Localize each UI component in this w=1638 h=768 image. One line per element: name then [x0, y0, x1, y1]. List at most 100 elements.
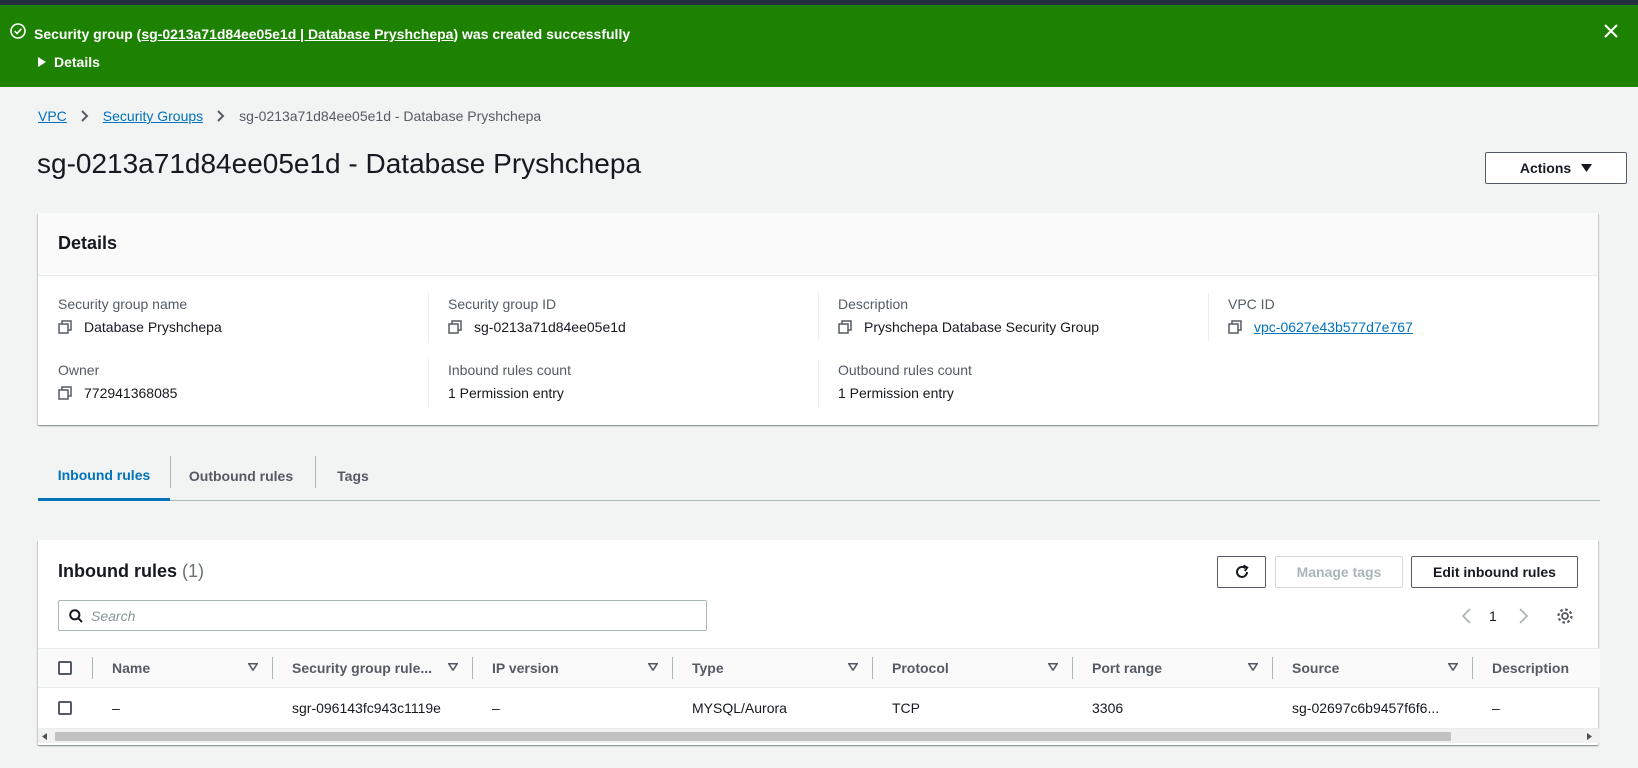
column-divider: [872, 657, 873, 679]
copy-icon[interactable]: [838, 320, 852, 334]
column-label: Source: [1292, 660, 1340, 676]
breadcrumb: VPC Security Groups sg-0213a71d84ee05e1d…: [38, 108, 541, 124]
column-divider: [818, 293, 819, 341]
caret-right-icon: [38, 57, 46, 67]
details-title: Details: [58, 233, 118, 253]
search-input[interactable]: [91, 601, 706, 630]
details-card-header: Details: [38, 213, 1598, 276]
scroll-left-arrow-icon[interactable]: [42, 733, 47, 740]
column-label: Description: [1492, 660, 1570, 676]
manage-tags-button[interactable]: Manage tags: [1275, 556, 1403, 588]
field-label: Security group name: [58, 296, 188, 312]
copy-icon[interactable]: [448, 320, 462, 334]
inbound-rules-heading: Inbound rules (1): [58, 561, 204, 582]
column-header-source[interactable]: Source: [1292, 649, 1462, 687]
select-all-checkbox[interactable]: [58, 649, 72, 687]
search-icon: [69, 608, 83, 623]
chevron-right-icon[interactable]: [1519, 608, 1528, 624]
column-label: Type: [692, 660, 724, 676]
search-field: [58, 600, 707, 631]
caret-down-icon: [1581, 164, 1593, 172]
edit-inbound-rules-button[interactable]: Edit inbound rules: [1411, 556, 1578, 588]
horizontal-scrollbar[interactable]: [38, 728, 1600, 743]
details-card: Details Security group name Database Pry…: [38, 213, 1598, 425]
actions-button[interactable]: Actions: [1485, 152, 1627, 184]
breadcrumb-current: sg-0213a71d84ee05e1d - Database Pryshche…: [239, 108, 542, 124]
column-divider: [818, 359, 819, 407]
cell-name: –: [112, 700, 120, 716]
flash-message-suffix: ) was created successfully: [453, 26, 631, 42]
chevron-left-icon[interactable]: [1462, 608, 1471, 624]
field-label: Owner: [58, 362, 100, 378]
refresh-button[interactable]: [1217, 556, 1266, 588]
scroll-right-arrow-icon[interactable]: [1587, 733, 1592, 740]
field-label: Inbound rules count: [448, 362, 571, 378]
chevron-right-icon: [81, 110, 89, 122]
column-divider: [472, 657, 473, 679]
actions-label: Actions: [1519, 160, 1572, 176]
column-label: Port range: [1092, 660, 1163, 676]
field-value: Database Pryshchepa: [84, 319, 222, 335]
breadcrumb-vpc[interactable]: VPC: [38, 108, 67, 124]
column-header-port-range[interactable]: Port range: [1092, 649, 1262, 687]
column-header-security-group-rule[interactable]: Security group rule...: [292, 649, 462, 687]
flash-security-group-link[interactable]: sg-0213a71d84ee05e1d | Database Pryshche…: [141, 26, 453, 42]
column-divider: [1272, 657, 1273, 679]
cell-port-range: 3306: [1092, 700, 1124, 716]
column-header-type[interactable]: Type: [692, 649, 862, 687]
vpc-id-link[interactable]: vpc-0627e43b577d7e767: [1254, 319, 1413, 335]
sort-caret-down-icon: [448, 663, 458, 671]
breadcrumb-security-groups[interactable]: Security Groups: [103, 108, 203, 124]
chevron-right-icon: [217, 110, 225, 122]
column-divider: [1472, 657, 1473, 679]
page-number[interactable]: 1: [1489, 608, 1497, 624]
copy-icon[interactable]: [58, 386, 72, 400]
close-icon[interactable]: [1604, 24, 1618, 38]
tab-tags[interactable]: Tags: [316, 452, 390, 500]
column-header-protocol[interactable]: Protocol: [892, 649, 1062, 687]
table-row[interactable]: – sgr-096143fc943c1119e – MYSQL/Aurora T…: [38, 688, 1600, 728]
sort-caret-down-icon: [1248, 663, 1258, 671]
field-vpc-id: VPC ID vpc-0627e43b577d7e767: [1228, 296, 1578, 335]
sort-caret-down-icon: [1048, 663, 1058, 671]
column-divider: [92, 657, 93, 679]
field-label: Outbound rules count: [838, 362, 972, 378]
column-divider: [272, 657, 273, 679]
flash-message: Security group (sg-0213a71d84ee05e1d | D…: [34, 26, 630, 42]
cell-ip-version: –: [492, 700, 500, 716]
field-value: sg-0213a71d84ee05e1d: [474, 319, 626, 335]
settings-gear-icon[interactable]: [1556, 607, 1574, 625]
sort-caret-down-icon: [848, 663, 858, 671]
column-label: Name: [112, 660, 151, 676]
scrollbar-thumb[interactable]: [55, 732, 1451, 741]
sort-caret-down-icon: [248, 663, 258, 671]
column-label: Protocol: [892, 660, 949, 676]
success-flashbar: Security group (sg-0213a71d84ee05e1d | D…: [0, 5, 1638, 87]
table-header: Name Security group rule... IP version T…: [38, 648, 1600, 688]
row-checkbox[interactable]: [58, 688, 72, 728]
field-owner: Owner 772941368085: [58, 362, 408, 401]
page-title: sg-0213a71d84ee05e1d - Database Pryshche…: [37, 148, 642, 179]
copy-icon[interactable]: [1228, 320, 1242, 334]
column-header-name[interactable]: Name: [112, 649, 262, 687]
cell-security-group-rule-id: sgr-096143fc943c1119e: [292, 700, 441, 716]
column-header-ip-version[interactable]: IP version: [492, 649, 662, 687]
tab-list: Inbound rules Outbound rules Tags: [38, 452, 1600, 501]
field-value: 1 Permission entry: [448, 385, 564, 401]
flash-details-toggle[interactable]: Details: [38, 54, 100, 70]
tab-outbound-rules[interactable]: Outbound rules: [171, 452, 311, 500]
sort-caret-down-icon: [648, 663, 658, 671]
field-value: Pryshchepa Database Security Group: [864, 319, 1100, 335]
cell-source: sg-02697c6b9457f6f6...: [1292, 700, 1440, 716]
inbound-rules-count: (1): [182, 561, 205, 581]
inbound-rules-card: Inbound rules (1) Manage tags Edit inbou…: [38, 540, 1600, 745]
column-header-description[interactable]: Description: [1492, 649, 1569, 687]
copy-icon[interactable]: [58, 320, 72, 334]
field-label: VPC ID: [1228, 296, 1275, 312]
field-security-group-name: Security group name Database Pryshchepa: [58, 296, 408, 335]
flash-details-label: Details: [54, 54, 100, 70]
cell-protocol: TCP: [892, 700, 920, 716]
flash-message-prefix: Security group (: [34, 26, 142, 42]
tab-inbound-rules[interactable]: Inbound rules: [38, 452, 170, 501]
success-check-icon: [10, 23, 26, 39]
